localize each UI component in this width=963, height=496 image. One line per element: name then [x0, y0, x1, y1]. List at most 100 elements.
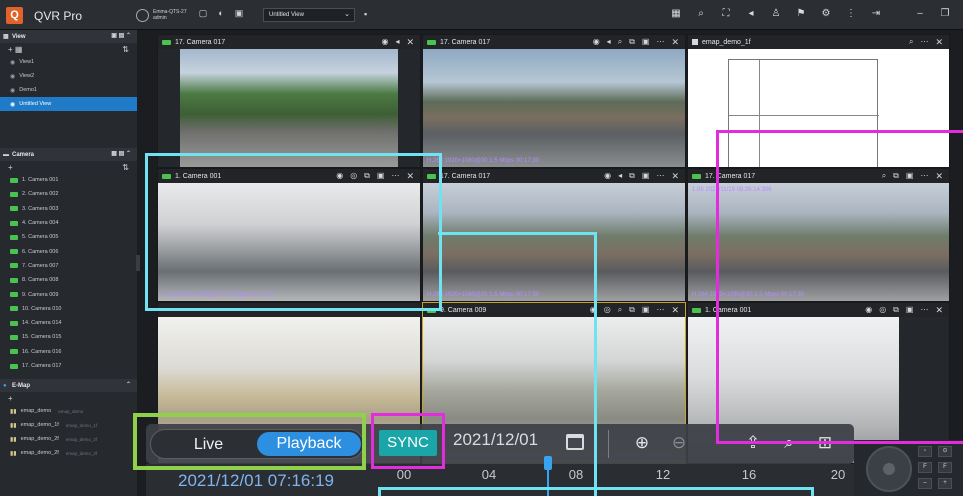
logout-icon[interactable]: ⇥ [870, 7, 882, 21]
close-icon[interactable]: ✕ [935, 171, 943, 182]
camera-item[interactable]: 1. Camera 001 [0, 173, 137, 187]
pip-icon[interactable]: ⧉ [629, 37, 635, 48]
emap-item[interactable]: ▮▮ emap_demo emap_demo [0, 404, 137, 418]
camera-item[interactable]: 16. Camera 016 [0, 345, 137, 359]
view-item[interactable]: ◉ Demo1 [0, 83, 137, 97]
ptz-zoom-button[interactable]: ▫ [918, 446, 932, 457]
emap-item[interactable]: ▮▮ emap_demo_2f emap_demo_2f [0, 446, 137, 460]
search-icon[interactable]: ⌕ [618, 37, 622, 48]
bookmark-icon[interactable]: ⊞ [814, 431, 836, 455]
ptz-joystick[interactable] [866, 446, 912, 492]
camera-item[interactable]: 7. Camera 007 [0, 259, 137, 273]
snapshot-icon[interactable]: ▣ [642, 305, 650, 316]
ptz-icon[interactable]: ◎ [879, 305, 886, 316]
search-icon[interactable]: ⌕ [909, 37, 913, 48]
live-button[interactable]: Live [161, 433, 256, 456]
camera-item[interactable]: 8. Camera 008 [0, 273, 137, 287]
ptz-preset-button[interactable]: F [918, 462, 932, 473]
search-icon[interactable]: ⌕ [695, 7, 707, 21]
search-icon[interactable]: ⌕ [882, 171, 886, 182]
sort-icon[interactable]: ⇅ [122, 163, 129, 172]
pip-icon[interactable]: ⧉ [893, 171, 899, 182]
camera-item[interactable]: 3. Camera 003 [0, 202, 137, 216]
ptz-icon[interactable]: ◎ [350, 171, 357, 182]
view-section-header[interactable]: ▦ View ▣ ▤ ⌃ [0, 30, 137, 43]
record-icon[interactable]: ◉ [381, 37, 388, 48]
camera-item[interactable]: 14. Camera 014 [0, 316, 137, 330]
close-icon[interactable]: ✕ [406, 37, 414, 48]
restore-icon[interactable]: ❐ [939, 7, 951, 21]
more-icon[interactable]: ⋯ [656, 171, 664, 182]
sync-button[interactable]: SYNC [379, 430, 437, 456]
ptz-iris-button[interactable]: F [938, 462, 952, 473]
emap-section-header[interactable]: ● E-Map ⌃ [0, 379, 137, 393]
date-field[interactable]: 2021/12/01 [453, 430, 538, 450]
pip-icon[interactable]: ⧉ [629, 171, 635, 182]
snapshot-icon[interactable]: ▣ [906, 171, 914, 182]
settings-icon[interactable]: ⚙ [820, 7, 832, 21]
calendar-icon[interactable] [566, 434, 584, 450]
pip-icon[interactable]: ⧉ [629, 305, 635, 316]
view-item[interactable]: ◉ View2 [0, 69, 137, 83]
sort-icon[interactable]: ⇅ [122, 45, 129, 54]
pip-icon[interactable]: ⧉ [893, 305, 899, 316]
notification-icon[interactable]: ⚑ [795, 7, 807, 21]
video-tile[interactable]: 17. Camera 017 ⌕ ⧉ ▣ ⋯ ✕ 1.08 2021/11/19 08:… [687, 168, 950, 302]
search-recording-icon[interactable]: ⌕ [778, 431, 800, 455]
more-icon[interactable]: ⋯ [920, 171, 928, 182]
video-tile[interactable]: 1. Camera 001 ◉ ◎ ⧉ ▣ ⋯ ✕ H.264 1920×1080@25 … [157, 168, 421, 302]
record-icon[interactable]: ◉ [590, 305, 597, 316]
close-icon[interactable]: ✕ [935, 305, 943, 316]
camera-item[interactable]: 17. Camera 017 [0, 359, 137, 373]
close-icon[interactable]: ✕ [671, 37, 679, 48]
record-icon[interactable]: ◉ [865, 305, 872, 316]
chevron-up-icon[interactable]: ⌃ [126, 381, 131, 388]
ptz-focus-button[interactable]: ⊙ [938, 446, 952, 457]
playback-button[interactable]: Playback [257, 432, 361, 456]
ptz-center[interactable] [883, 463, 895, 475]
record-icon[interactable]: ◉ [604, 171, 611, 182]
view-select[interactable]: Untitled View ⌄ [263, 8, 355, 22]
close-icon[interactable]: ✕ [406, 171, 414, 182]
server-selector[interactable]: Emma-QTS-27 admin [136, 6, 187, 24]
more-icon[interactable]: ⋯ [656, 37, 664, 48]
emap-item[interactable]: ▮▮ emap_demo_1f emap_demo_1f [0, 418, 137, 432]
grid-icon[interactable]: ▦ [670, 7, 682, 21]
more-icon[interactable]: ⋯ [920, 37, 928, 48]
snapshot-icon[interactable]: ▣ [377, 171, 385, 182]
camera-item[interactable]: 9. Camera 009 [0, 287, 137, 301]
zoom-in-icon[interactable]: ⊕ [631, 431, 653, 455]
view-item-active[interactable]: ◉ Untitled View [0, 97, 137, 111]
record-icon[interactable]: ◉ [336, 171, 343, 182]
more-icon[interactable]: ⋯ [920, 305, 928, 316]
emap-item[interactable]: ▮▮ emap_demo_2f emap_demo_2f [0, 432, 137, 446]
emap-tile[interactable]: emap_demo_1f ⌕ ⋯ ✕ [687, 34, 950, 168]
audio-icon[interactable]: ◂ [607, 37, 611, 48]
ptz-plus-button[interactable]: + [938, 478, 952, 489]
minimize-icon[interactable]: – [914, 7, 926, 21]
video-tile[interactable]: 17. Camera 017 ◉ ◂ ⧉ ▣ ⋯ ✕ H.264 1920×1080@25… [422, 168, 686, 302]
camera-item[interactable]: 6. Camera 006 [0, 244, 137, 258]
camera-item[interactable]: 4. Camera 004 [0, 216, 137, 230]
user-icon[interactable]: ♙ [770, 7, 782, 21]
ptz-icon[interactable]: ◎ [604, 305, 611, 316]
close-icon[interactable]: ✕ [671, 171, 679, 182]
add-view-icon[interactable]: + ▦ [8, 45, 22, 54]
audio-icon[interactable]: ◂ [395, 37, 399, 48]
chevron-up-icon[interactable]: ▣ ▤ ⌃ [111, 32, 131, 39]
export-icon[interactable]: ⇪ [742, 431, 764, 455]
ptz-minus-button[interactable]: – [918, 478, 932, 489]
speaker-icon[interactable]: ◂ [745, 7, 757, 21]
view-item[interactable]: ◉ View1 [0, 55, 137, 69]
save-icon[interactable]: ▪ [364, 9, 367, 19]
video-tile[interactable]: 17. Camera 017 ◉ ◂ ✕ [157, 34, 421, 168]
chevron-up-icon[interactable]: ▦ ▤ ⌃ [111, 150, 131, 157]
add-camera-icon[interactable]: + [8, 163, 13, 172]
camera-item[interactable]: 5. Camera 005 [0, 230, 137, 244]
camera-item[interactable]: 15. Camera 015 [0, 330, 137, 344]
camera-section-header[interactable]: ▬ Camera ▦ ▤ ⌃ [0, 148, 137, 161]
more-icon[interactable]: ⋮ [845, 7, 857, 21]
audio-icon[interactable]: ◂ [618, 171, 622, 182]
snapshot-icon[interactable]: ▣ [906, 305, 914, 316]
record-icon[interactable]: ◉ [593, 37, 600, 48]
